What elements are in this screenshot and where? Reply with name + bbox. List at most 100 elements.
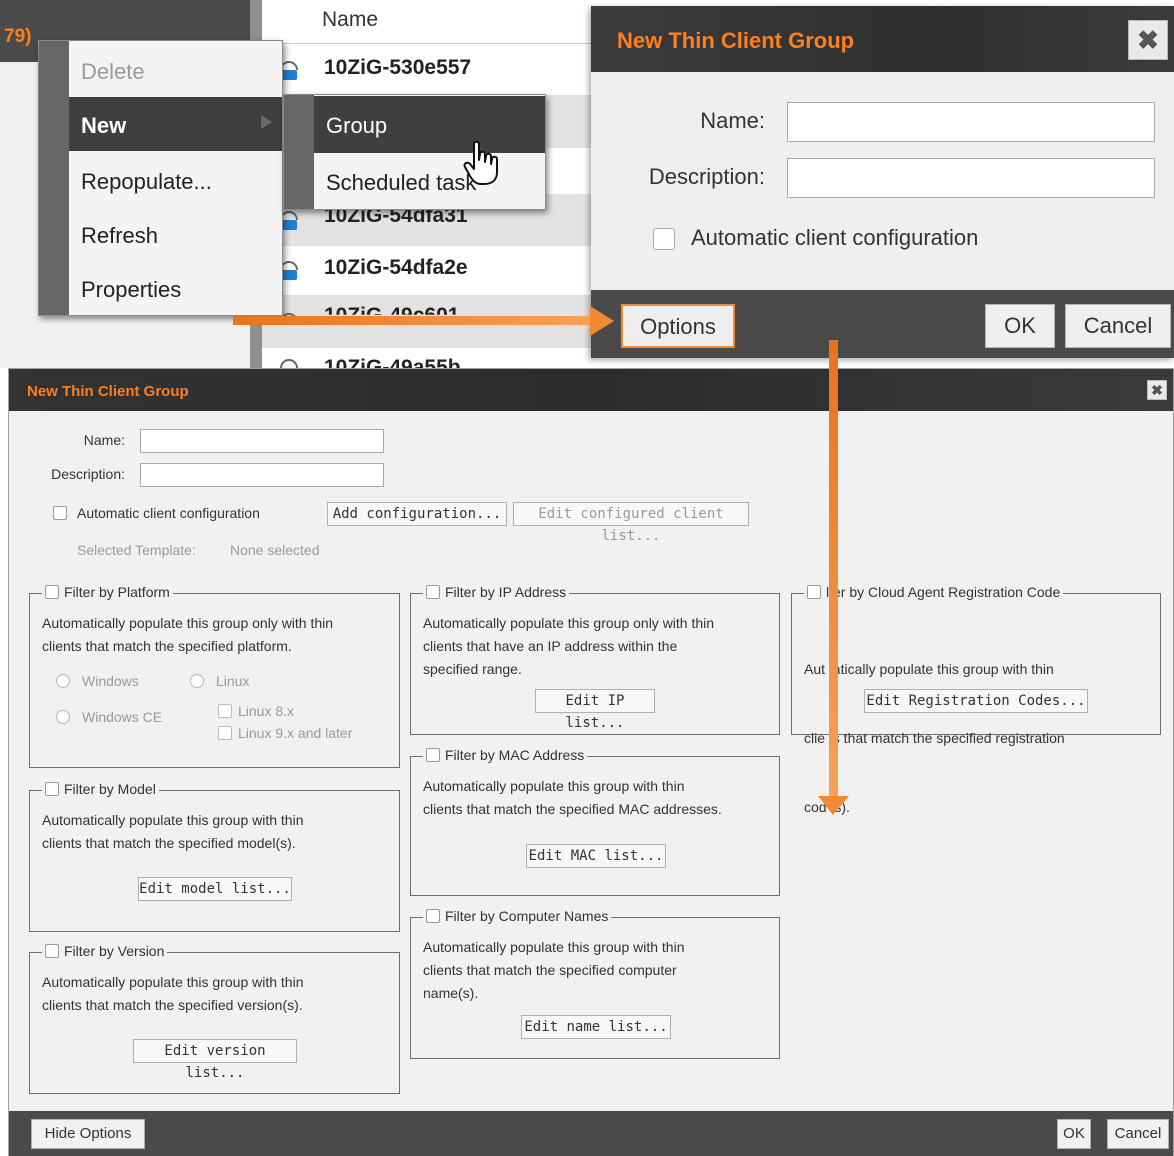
filter-platform-description: Automatically populate this group only w…	[42, 612, 333, 658]
device-name: 10ZiG-530e557	[324, 56, 472, 79]
description-label: Description:	[648, 164, 765, 189]
selected-template-value: None selected	[230, 542, 320, 558]
ok-button[interactable]: OK	[1057, 1119, 1091, 1149]
new-group-dialog: New Thin Client Group ✖ Name: Descriptio…	[591, 6, 1174, 358]
filter-version-label: Filter by Version	[64, 943, 165, 959]
description-line: Automatically populate this group with t…	[42, 812, 304, 828]
dialog-titlebar[interactable]: New Thin Client Group ✖	[9, 369, 1173, 411]
filter-platform-group: Filter by Platform Automatically populat…	[29, 584, 400, 768]
menu-item-refresh[interactable]: Refresh	[69, 207, 282, 261]
list-column-header[interactable]: Name	[262, 0, 592, 44]
edit-version-list-button[interactable]: Edit version list...	[133, 1039, 297, 1081]
thin-client-icon	[280, 359, 298, 368]
filter-ip-checkbox[interactable]	[426, 585, 440, 599]
edit-name-list-button[interactable]: Edit name list...	[521, 1015, 671, 1039]
device-name: 10ZiG-54dfa2e	[324, 256, 468, 279]
hide-options-button[interactable]: Hide Options	[31, 1119, 145, 1149]
menu-item-new[interactable]: New	[69, 97, 282, 151]
filter-cloud-agent-checkbox[interactable]	[807, 585, 821, 599]
edit-mac-list-button[interactable]: Edit MAC list...	[526, 844, 666, 868]
filter-computer-names-legend: Filter by Computer Names	[423, 908, 612, 924]
filter-computer-names-checkbox[interactable]	[426, 909, 440, 923]
filter-cloud-agent-label: lter by Cloud Agent Registration Code	[826, 584, 1061, 600]
filter-model-description: Automatically populate this group with t…	[42, 809, 303, 855]
filter-mac-legend: Filter by MAC Address	[423, 747, 588, 763]
description-line: Automatically populate this group with t…	[423, 778, 685, 794]
menu-item-properties[interactable]: Properties	[69, 261, 282, 315]
filter-computer-names-description: Automatically populate this group with t…	[423, 936, 684, 1005]
tree-node-count: 79)	[4, 26, 32, 47]
context-menu: Delete New Repopulate... Refresh Propert…	[38, 40, 283, 316]
filter-ip-legend: Filter by IP Address	[423, 584, 570, 600]
linux9-checkbox[interactable]	[218, 726, 232, 740]
close-icon[interactable]: ✖	[1147, 380, 1167, 400]
filter-version-legend: Filter by Version	[42, 943, 168, 959]
cancel-button[interactable]: Cancel	[1107, 1119, 1169, 1149]
list-item[interactable]: 10ZiG-54dfa2e	[262, 244, 592, 296]
filter-version-checkbox[interactable]	[45, 944, 59, 958]
dialog-titlebar[interactable]: New Thin Client Group ✖	[591, 6, 1174, 72]
filter-platform-checkbox[interactable]	[45, 585, 59, 599]
new-submenu: Group Scheduled task	[283, 94, 546, 210]
linux8-checkbox[interactable]	[218, 704, 232, 718]
list-item[interactable]: 10ZiG-49a55b	[262, 344, 592, 368]
cancel-button[interactable]: Cancel	[1065, 304, 1171, 348]
description-line: clie s that match the specified registra…	[804, 730, 1065, 746]
platform-windows-ce-label: Windows CE	[82, 709, 163, 725]
dialog-title: New Thin Client Group	[27, 383, 189, 400]
edit-ip-list-button[interactable]: Edit IP list...	[535, 689, 655, 731]
platform-windows-radio[interactable]	[56, 674, 70, 688]
platform-linux-radio[interactable]	[190, 674, 204, 688]
automatic-config-label: Automatic client configuration	[77, 505, 260, 521]
description-line: clients that match the specified compute…	[423, 962, 677, 978]
platform-windows-ce-radio[interactable]	[56, 710, 70, 724]
filter-model-group: Filter by Model Automatically populate t…	[29, 781, 400, 932]
submenu-item-scheduled-task[interactable]: Scheduled task	[314, 153, 545, 210]
filter-cloud-agent-legend: lter by Cloud Agent Registration Code	[804, 584, 1064, 600]
edit-registration-codes-button[interactable]: Edit Registration Codes...	[864, 689, 1088, 713]
description-line: Automatically populate this group only w…	[42, 615, 334, 631]
menu-item-delete[interactable]: Delete	[69, 43, 282, 97]
description-line: clients that match the specified model(s…	[42, 835, 296, 851]
device-name: 10ZiG-49c601	[324, 304, 460, 327]
close-icon[interactable]: ✖	[1128, 20, 1168, 60]
dialog-footer: Options OK Cancel	[591, 290, 1174, 358]
description-line: name(s).	[423, 985, 479, 1001]
options-button[interactable]: Options	[621, 304, 735, 348]
name-input[interactable]	[787, 102, 1155, 142]
description-line: Automatically populate this group only w…	[423, 615, 715, 631]
edit-configured-client-list-button[interactable]: Edit configured client list...	[513, 502, 749, 544]
list-item[interactable]: 10ZiG-530e557	[262, 44, 592, 96]
linux9-label: Linux 9.x and later	[238, 725, 353, 741]
filter-ip-label: Filter by IP Address	[445, 584, 567, 600]
filter-ip-description: Automatically populate this group only w…	[423, 612, 714, 681]
new-group-dialog-expanded: New Thin Client Group ✖ Name: Descriptio…	[8, 368, 1174, 1156]
name-label: Name:	[700, 108, 765, 133]
add-configuration-button[interactable]: Add configuration...	[327, 502, 507, 526]
submenu-item-group[interactable]: Group	[314, 96, 545, 153]
description-input[interactable]	[787, 158, 1155, 198]
automatic-config-checkbox[interactable]	[653, 228, 675, 250]
menu-gutter	[284, 95, 314, 209]
description-line: Aut atically populate this group with th…	[804, 661, 1054, 677]
ok-button[interactable]: OK	[985, 304, 1055, 348]
description-line: clients that have an IP address within t…	[423, 638, 678, 654]
submenu-arrow-icon	[261, 115, 272, 129]
name-input[interactable]	[140, 429, 384, 453]
edit-model-list-button[interactable]: Edit model list...	[138, 877, 292, 901]
description-line: clients that match the specified version…	[42, 997, 303, 1013]
description-line: specified range.	[423, 661, 522, 677]
list-item[interactable]: 10ZiG-49c601	[262, 296, 592, 348]
filter-computer-names-group: Filter by Computer Names Automatically p…	[410, 908, 780, 1059]
description-line: Automatically populate this group with t…	[423, 939, 685, 955]
filter-mac-description: Automatically populate this group with t…	[423, 775, 722, 821]
filter-platform-legend: Filter by Platform	[42, 584, 173, 600]
filter-model-checkbox[interactable]	[45, 782, 59, 796]
automatic-config-checkbox[interactable]	[53, 506, 67, 520]
description-input[interactable]	[140, 463, 384, 487]
filter-mac-checkbox[interactable]	[426, 748, 440, 762]
menu-item-repopulate[interactable]: Repopulate...	[69, 153, 282, 207]
description-label: Description:	[51, 466, 125, 482]
filter-mac-group: Filter by MAC Address Automatically popu…	[410, 747, 780, 896]
name-column-label: Name	[322, 8, 379, 31]
